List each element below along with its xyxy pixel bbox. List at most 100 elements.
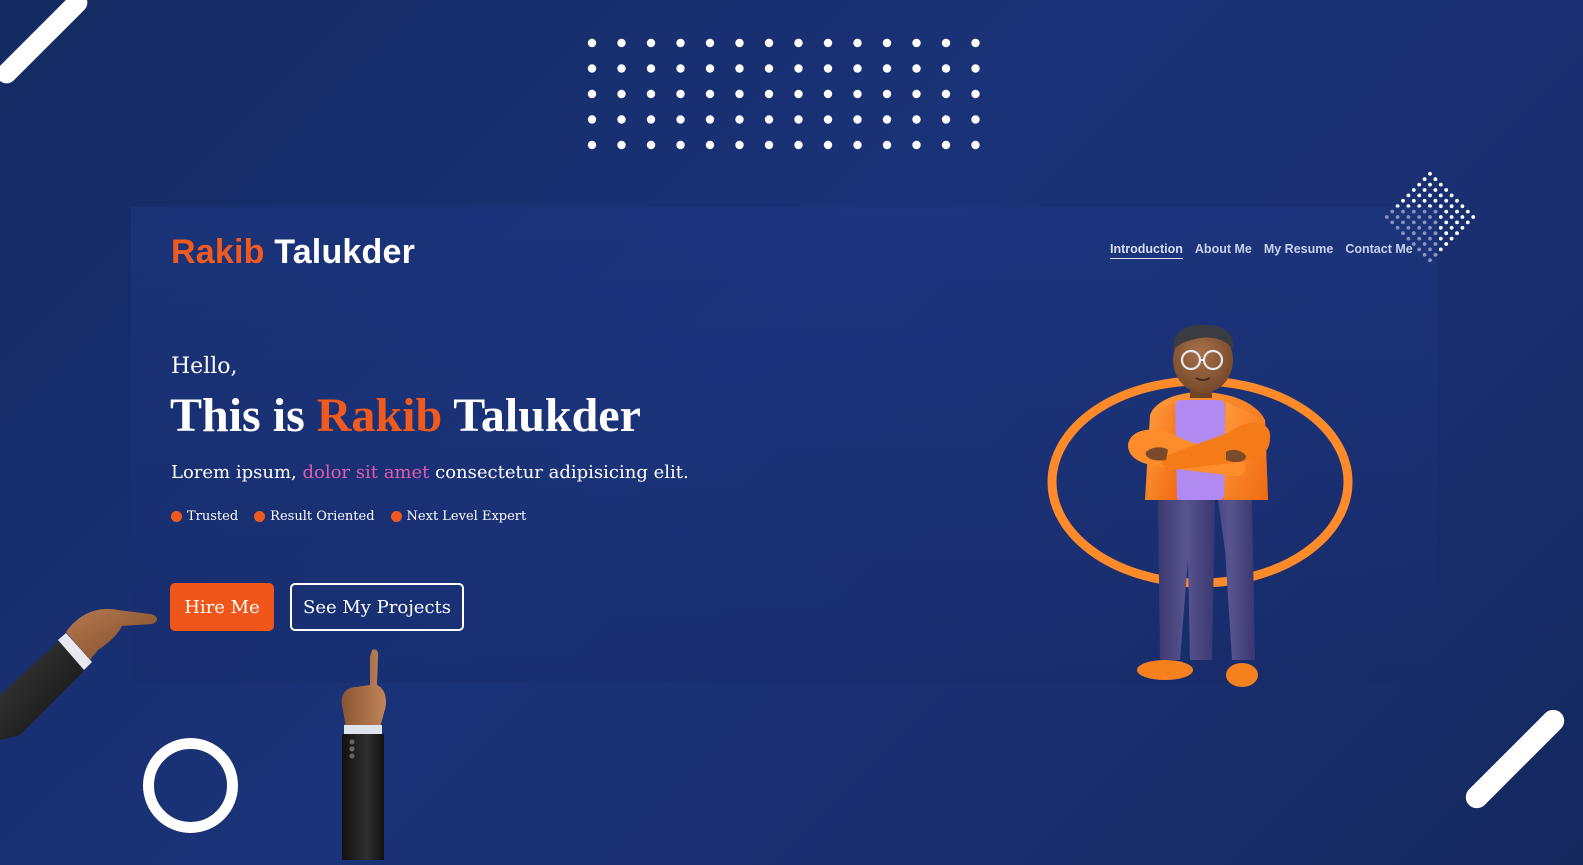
logo-first-name: Rakib: [171, 233, 265, 271]
decorative-dot: [794, 140, 803, 150]
decorative-dot: [587, 89, 597, 99]
decorative-dot: [1417, 182, 1422, 187]
site-logo[interactable]: Rakib Talukder: [171, 233, 415, 272]
sub-prefix: Lorem ipsum,: [171, 462, 303, 483]
decorative-dot: [1428, 171, 1432, 176]
decorative-dot: [1438, 182, 1443, 187]
decorative-dot: [1438, 204, 1443, 209]
decorative-dot: [705, 89, 715, 99]
decorative-dot: [941, 64, 951, 73]
decorative-dot: [1422, 198, 1427, 203]
decorative-dot: [1471, 215, 1476, 219]
hero-headline: This is Rakib Talukder: [170, 388, 641, 443]
decorative-dot: [1438, 193, 1443, 198]
decorative-dot: [1449, 204, 1454, 209]
decorative-dot: [1433, 177, 1438, 182]
decorative-dot: [587, 115, 597, 124]
decorative-dot: [646, 89, 656, 99]
decorative-dot: [1406, 193, 1411, 198]
decorative-dot-grid: [587, 38, 980, 150]
decorative-dot: [823, 140, 833, 150]
headline-accent: Rakib: [316, 389, 443, 442]
decorative-dot: [617, 64, 626, 73]
decorative-dot: [971, 64, 980, 73]
bullet-icon: [390, 511, 402, 522]
decorative-dot: [912, 89, 921, 99]
decorative-dot: [1411, 188, 1416, 192]
decorative-dot: [1444, 242, 1449, 246]
decorative-dot: [1465, 220, 1470, 225]
headline-prefix: This is: [170, 389, 317, 442]
decorative-dot: [735, 38, 744, 48]
decorative-dot: [617, 115, 626, 124]
decorative-dot: [1449, 193, 1454, 198]
decorative-dot: [735, 89, 744, 99]
decorative-dot: [1438, 215, 1443, 219]
nav-my-resume[interactable]: My Resume: [1264, 242, 1333, 259]
decorative-dot: [912, 140, 921, 150]
decorative-dot: [971, 38, 980, 48]
decorative-dot: [705, 38, 715, 48]
decorative-dot: [1444, 231, 1449, 236]
decorative-dot: [617, 140, 626, 150]
decorative-dot: [1444, 198, 1449, 203]
decorative-dot: [1455, 209, 1459, 214]
decorative-dot: [705, 115, 715, 124]
decorative-dot: [882, 64, 892, 73]
decorative-dot: [676, 115, 685, 124]
decorative-dot: [853, 115, 862, 124]
decorative-dot: [587, 64, 597, 73]
decorative-dot: [676, 64, 685, 73]
nav-introduction[interactable]: Introduction: [1110, 242, 1183, 259]
decorative-dot: [587, 38, 597, 48]
decorative-dot: [912, 115, 921, 124]
decorative-dot: [735, 140, 744, 150]
hero-subtitle: Lorem ipsum, dolor sit amet consectetur …: [171, 462, 689, 483]
hero-tags: Trusted Result Oriented Next Level Exper…: [171, 509, 526, 524]
decorative-dot: [1422, 177, 1427, 182]
decorative-slash-top-left: [0, 0, 92, 88]
tag-label: Next Level Expert: [406, 509, 527, 524]
decorative-dot: [1460, 204, 1465, 209]
decorative-dot: [1401, 198, 1405, 203]
bullet-icon: [171, 511, 182, 522]
bullet-icon: [254, 511, 266, 522]
nav-contact-me[interactable]: Contact Me: [1345, 242, 1412, 259]
decorative-dot: [853, 64, 862, 73]
decorative-dot: [764, 140, 774, 150]
decorative-dot: [1411, 198, 1416, 203]
decorative-dot: [853, 38, 862, 48]
see-projects-button[interactable]: See My Projects: [290, 583, 464, 631]
tag-item: Next Level Expert: [390, 509, 527, 524]
decorative-dot: [1460, 225, 1465, 230]
decorative-dot: [882, 140, 892, 150]
decorative-dot: [853, 89, 862, 99]
decorative-dot: [1428, 182, 1432, 187]
decorative-dot: [912, 64, 921, 73]
main-nav: Introduction About Me My Resume Contact …: [1110, 242, 1413, 259]
tag-label: Trusted: [187, 509, 239, 524]
decorative-dot: [794, 64, 803, 73]
decorative-dot: [764, 89, 774, 99]
avatar-illustration: [1047, 324, 1353, 687]
decorative-dot: [764, 64, 774, 73]
decorative-dot: [882, 38, 892, 48]
decorative-dot: [764, 38, 774, 48]
hire-me-button[interactable]: Hire Me: [170, 583, 274, 631]
decorative-dot: [882, 89, 892, 99]
nav-about-me[interactable]: About Me: [1195, 242, 1252, 259]
decorative-dot: [1417, 193, 1422, 198]
decorative-dot: [705, 64, 715, 73]
decorative-dot: [823, 38, 833, 48]
decorative-dot: [646, 64, 656, 73]
decorative-dot: [646, 140, 656, 150]
tag-item: Result Oriented: [254, 509, 375, 524]
pointing-hand-icon: [0, 608, 158, 740]
decorative-dot: [1433, 188, 1438, 192]
decorative-dot: [941, 115, 951, 124]
decorative-dot: [705, 140, 715, 150]
decorative-dot: [1438, 247, 1443, 252]
hero-greeting: Hello,: [171, 354, 238, 379]
tag-label: Result Oriented: [270, 509, 375, 524]
decorative-dot: [1438, 225, 1443, 230]
